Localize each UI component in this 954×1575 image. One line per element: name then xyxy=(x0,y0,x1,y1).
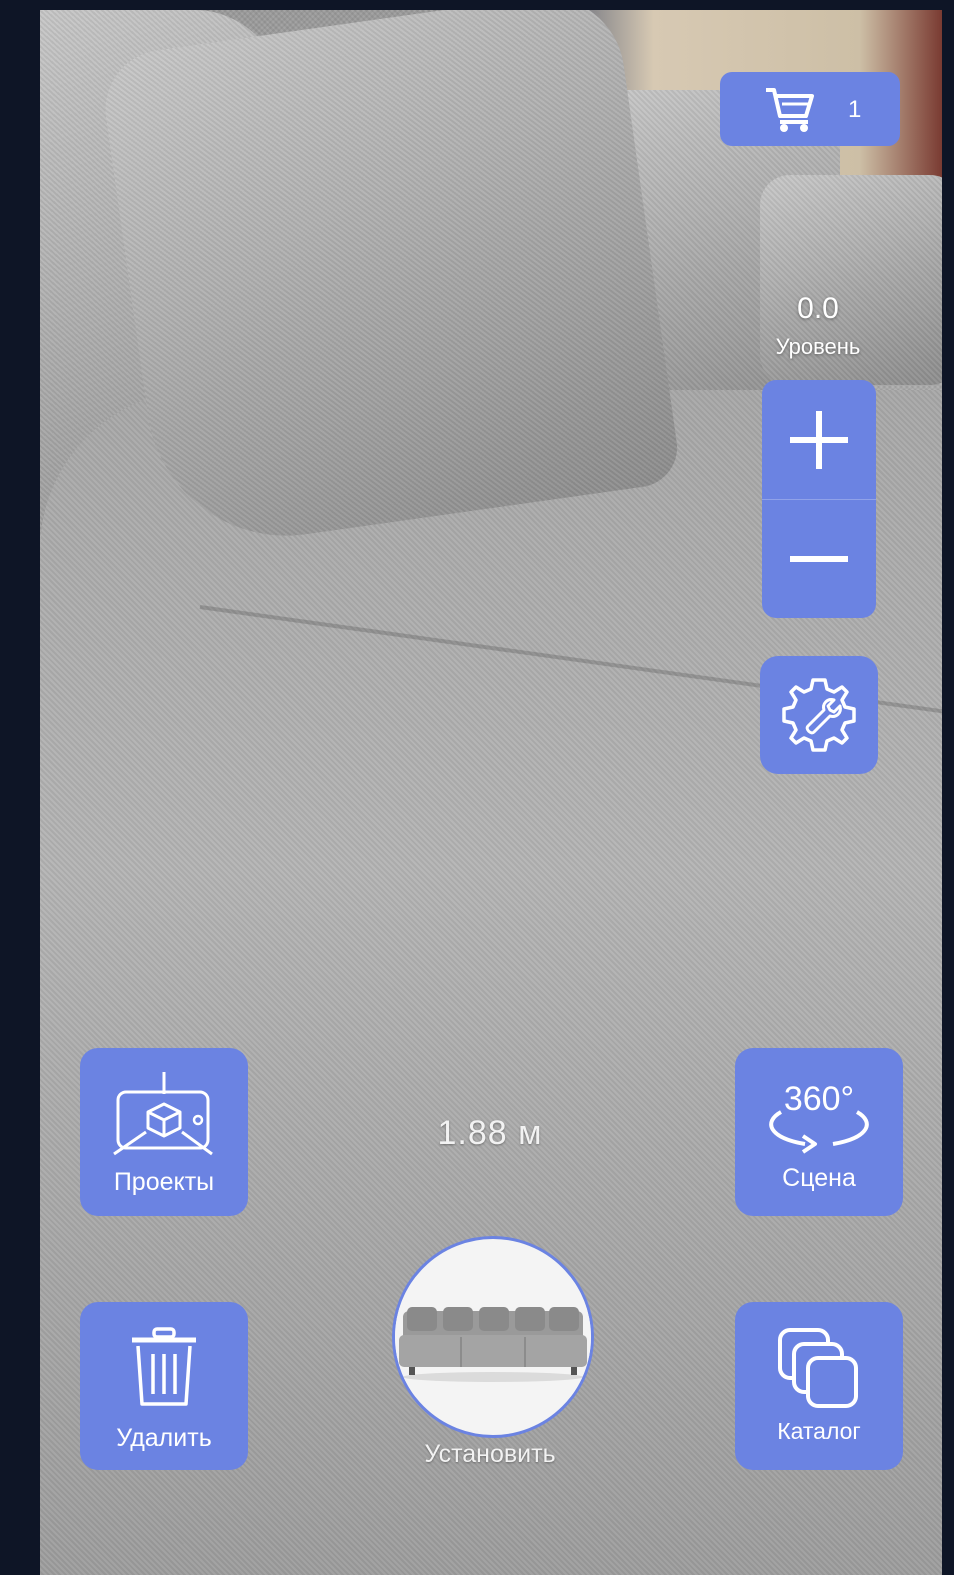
sofa-pillow xyxy=(97,10,683,554)
level-label: Уровень xyxy=(775,334,861,359)
rotate-360-icon: 360° xyxy=(769,1080,869,1154)
sofa-thumbnail xyxy=(395,1277,591,1397)
settings-button[interactable] xyxy=(760,656,878,774)
cart-count: 1 xyxy=(848,96,862,123)
level-up-button[interactable] xyxy=(762,380,876,499)
projects-label: Проекты xyxy=(113,1168,215,1196)
scene-label: Сцена xyxy=(782,1164,856,1192)
level-down-button[interactable] xyxy=(762,499,876,618)
ar-cube-phone-icon xyxy=(113,1072,213,1156)
level-value: 0.0 xyxy=(797,292,839,325)
scene-button[interactable]: 360° Сцена xyxy=(735,1048,903,1216)
gear-wrench-icon xyxy=(782,678,856,752)
cart-button[interactable] xyxy=(720,72,900,146)
minus-icon xyxy=(790,555,848,562)
catalog-button[interactable]: Каталог xyxy=(735,1302,903,1470)
trash-icon xyxy=(132,1327,196,1406)
projects-button[interactable]: Проекты xyxy=(80,1048,248,1216)
distance-readout: 1.88 м xyxy=(437,1114,543,1152)
delete-label: Удалить xyxy=(116,1424,212,1452)
place-model-button[interactable] xyxy=(392,1236,594,1438)
rotate-360-icon-text: 360° xyxy=(784,1080,854,1118)
catalog-label: Каталог xyxy=(777,1418,861,1444)
place-model-label: Установить xyxy=(424,1440,556,1468)
stacked-cards-icon xyxy=(778,1328,858,1408)
delete-button[interactable]: Удалить xyxy=(80,1302,248,1470)
cart-icon xyxy=(766,88,814,132)
level-stepper xyxy=(762,380,876,618)
plus-icon xyxy=(790,410,848,469)
